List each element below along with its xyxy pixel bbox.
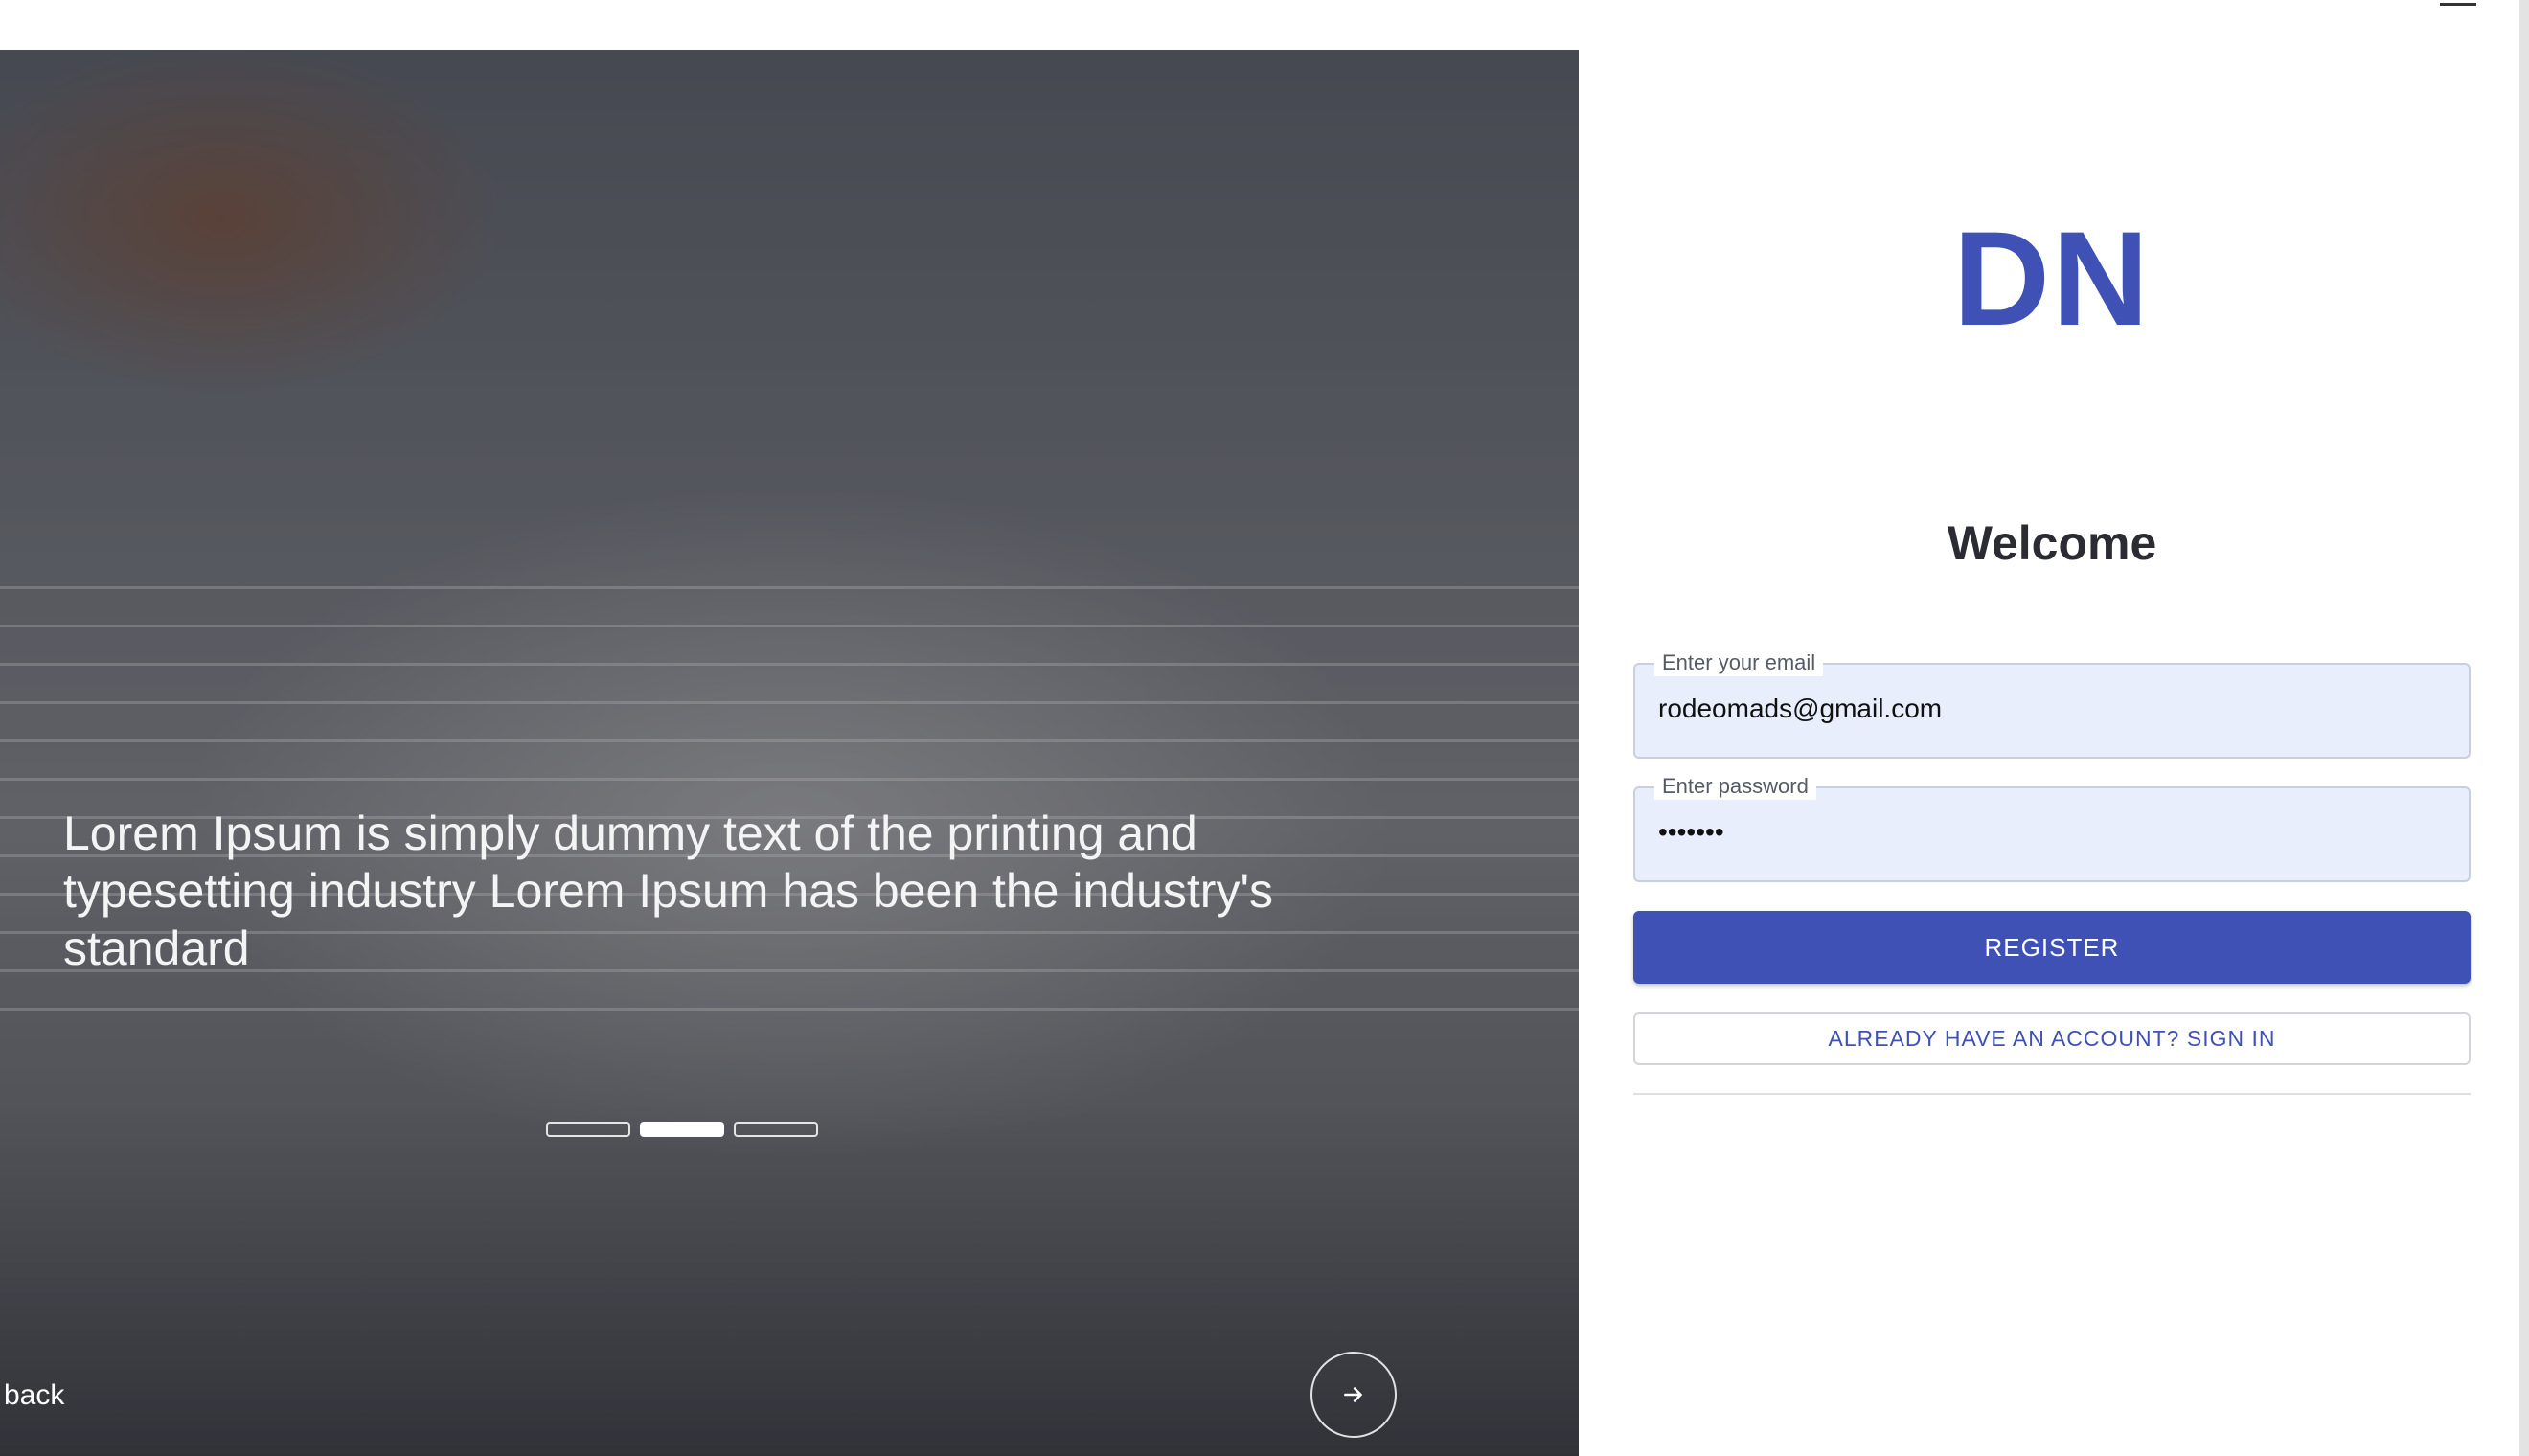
page-title: Welcome [1947,516,2157,570]
next-slide-button[interactable] [1310,1352,1397,1438]
carousel-indicators [546,1122,818,1137]
arrow-right-icon [1344,1387,1362,1402]
carousel-dot[interactable] [734,1122,818,1137]
carousel-dot[interactable] [546,1122,630,1137]
scrollbar[interactable] [2519,0,2529,1456]
hero-overlay [0,50,1579,1456]
carousel-dot-active[interactable] [640,1122,724,1137]
email-value: rodeomads@gmail.com [1658,694,1943,723]
hero-carousel: Lorem Ipsum is simply dummy text of the … [0,50,1579,1456]
email-field[interactable]: Enter your email rodeomads@gmail.com [1633,649,2471,759]
brand-logo: DN [1952,203,2152,353]
hero-caption: Lorem Ipsum is simply dummy text of the … [63,807,1273,975]
divider [1633,1093,2471,1095]
register-button[interactable]: REGISTER [1633,911,2471,984]
top-bar [0,0,2529,50]
password-label: Enter password [1654,773,1816,800]
password-value: ••••••• [1658,817,1724,847]
hamburger-icon[interactable] [2440,0,2476,10]
password-field[interactable]: Enter password ••••••• [1633,773,2471,882]
email-label: Enter your email [1654,649,1824,676]
sign-in-button[interactable]: ALREADY HAVE AN ACCOUNT? SIGN IN [1633,1012,2471,1065]
back-link[interactable]: back [4,1379,64,1412]
